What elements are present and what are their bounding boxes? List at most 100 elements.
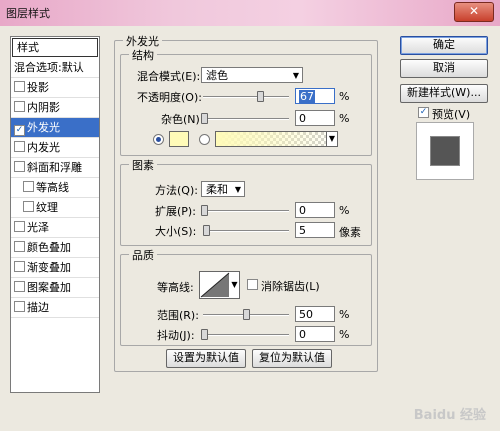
elements-group: 图素 方法(Q): 柔和 ▼ 扩展(P): 0 % 大小(S): 5 像素 [120,157,372,246]
check-icon: ✓ [419,107,428,117]
jitter-slider-thumb[interactable] [201,329,208,340]
style-list-item[interactable]: 图案叠加 [11,278,99,298]
jitter-input[interactable]: 0 [295,326,335,342]
spread-slider-thumb[interactable] [201,205,208,216]
new-style-button[interactable]: 新建样式(W)... [400,84,488,103]
style-list-item[interactable]: ✓ 外发光 [11,118,99,138]
range-unit: % [339,308,350,321]
style-list-item[interactable]: 纹理 [11,198,99,218]
preview-checkbox[interactable]: ✓ [418,107,429,118]
style-list-header[interactable]: 样式 [12,38,98,57]
noise-slider-track[interactable] [203,118,289,120]
cancel-button[interactable]: 取消 [400,59,488,78]
style-checkbox[interactable] [23,201,34,212]
style-checkbox[interactable] [14,301,25,312]
style-list-item[interactable]: 光泽 [11,218,99,238]
size-input[interactable]: 5 [295,222,335,238]
spread-unit: % [339,204,350,217]
antialias-checkbox[interactable] [247,279,258,290]
style-list-item-label: 描边 [27,301,49,314]
style-list-item[interactable]: 斜面和浮雕 [11,158,99,178]
technique-select[interactable]: 柔和 ▼ [201,181,245,197]
window-title: 图层样式 [6,7,50,20]
spread-slider-track[interactable] [203,210,289,212]
close-icon: ✕ [468,4,480,18]
style-list-item[interactable]: 投影 [11,78,99,98]
style-list-item-label: 内发光 [27,141,60,154]
chevron-down-icon: ▼ [292,71,299,80]
style-checkbox[interactable] [14,81,25,92]
jitter-unit: % [339,328,350,341]
antialias-label: 消除锯齿(L) [261,280,320,293]
quality-group: 品质 等高线: ▼ 消除锯齿(L) 范围(R): 50 % 抖动(J): 0 % [120,247,372,346]
contour-picker[interactable] [199,271,231,299]
gradient-dropdown[interactable]: ▼ [326,131,338,147]
solid-color-radio[interactable] [153,134,164,145]
style-list-item-label: 渐变叠加 [27,261,71,274]
structure-title: 结构 [129,47,157,63]
size-slider-track[interactable] [203,230,289,232]
gradient-preview[interactable] [215,131,327,147]
style-checkbox[interactable] [23,181,34,192]
style-checkbox[interactable] [14,141,25,152]
style-list: 样式 混合选项:默认投影内阴影 ✓ 外发光内发光斜面和浮雕等高线纹理光泽颜色叠加渐变… [10,36,100,393]
size-unit: 像素 [339,226,361,239]
spread-label: 扩展(P): [155,205,196,218]
style-list-item-label: 纹理 [36,201,58,214]
preview-label: 预览(V) [432,108,471,121]
noise-slider-thumb[interactable] [201,113,208,124]
style-list-item-label: 投影 [27,81,49,94]
spread-input[interactable]: 0 [295,202,335,218]
jitter-slider-track[interactable] [203,334,289,336]
style-list-item[interactable]: 内阴影 [11,98,99,118]
watermark: Baidu 经验 [413,408,486,423]
opacity-slider-track[interactable] [203,96,289,98]
jitter-label: 抖动(J): [157,329,195,342]
technique-value: 柔和 [206,183,228,196]
style-list-item[interactable]: 颜色叠加 [11,238,99,258]
style-checkbox[interactable] [14,261,25,272]
chevron-down-icon: ▼ [231,280,238,289]
style-checkbox[interactable] [14,161,25,172]
quality-title: 品质 [129,247,157,263]
style-preview-swatch [430,136,460,166]
blend-mode-value: 滤色 [206,69,228,82]
style-list-item[interactable]: 内发光 [11,138,99,158]
blend-mode-select[interactable]: 滤色 ▼ [201,67,303,83]
make-default-button[interactable]: 设置为默认值 [166,349,246,368]
ok-button[interactable]: 确定 [400,36,488,55]
glow-color-swatch[interactable] [169,131,189,147]
opacity-input[interactable]: 67 [295,88,335,104]
size-label: 大小(S): [155,225,197,238]
contour-curve-icon [200,272,230,298]
elements-title: 图素 [129,157,157,173]
style-checkbox[interactable]: ✓ [14,125,25,136]
opacity-slider-thumb[interactable] [257,91,264,102]
range-slider-thumb[interactable] [243,309,250,320]
range-input[interactable]: 50 [295,306,335,322]
style-checkbox[interactable] [14,241,25,252]
style-checkbox[interactable] [14,101,25,112]
style-list-item[interactable]: 等高线 [11,178,99,198]
style-list-item-label: 等高线 [36,181,69,194]
style-checkbox[interactable] [14,221,25,232]
noise-input[interactable]: 0 [295,110,335,126]
noise-label: 杂色(N): [161,113,204,126]
gradient-radio[interactable] [199,134,210,145]
style-list-item-label: 混合选项:默认 [14,61,84,74]
style-list-item-label: 光泽 [27,221,49,234]
style-checkbox[interactable] [14,281,25,292]
contour-dropdown[interactable]: ▼ [230,271,240,299]
opacity-value: 67 [299,90,315,103]
reset-default-button[interactable]: 复位为默认值 [252,349,332,368]
style-list-items: 混合选项:默认投影内阴影 ✓ 外发光内发光斜面和浮雕等高线纹理光泽颜色叠加渐变叠加图… [11,58,99,318]
style-list-item-label: 图案叠加 [27,281,71,294]
style-list-item[interactable]: 描边 [11,298,99,318]
size-slider-thumb[interactable] [203,225,210,236]
style-list-item-label: 斜面和浮雕 [27,161,82,174]
close-button[interactable]: ✕ [454,2,494,22]
style-list-item[interactable]: 渐变叠加 [11,258,99,278]
opacity-label: 不透明度(O): [137,91,202,104]
opacity-unit: % [339,90,350,103]
style-list-item[interactable]: 混合选项:默认 [11,58,99,78]
